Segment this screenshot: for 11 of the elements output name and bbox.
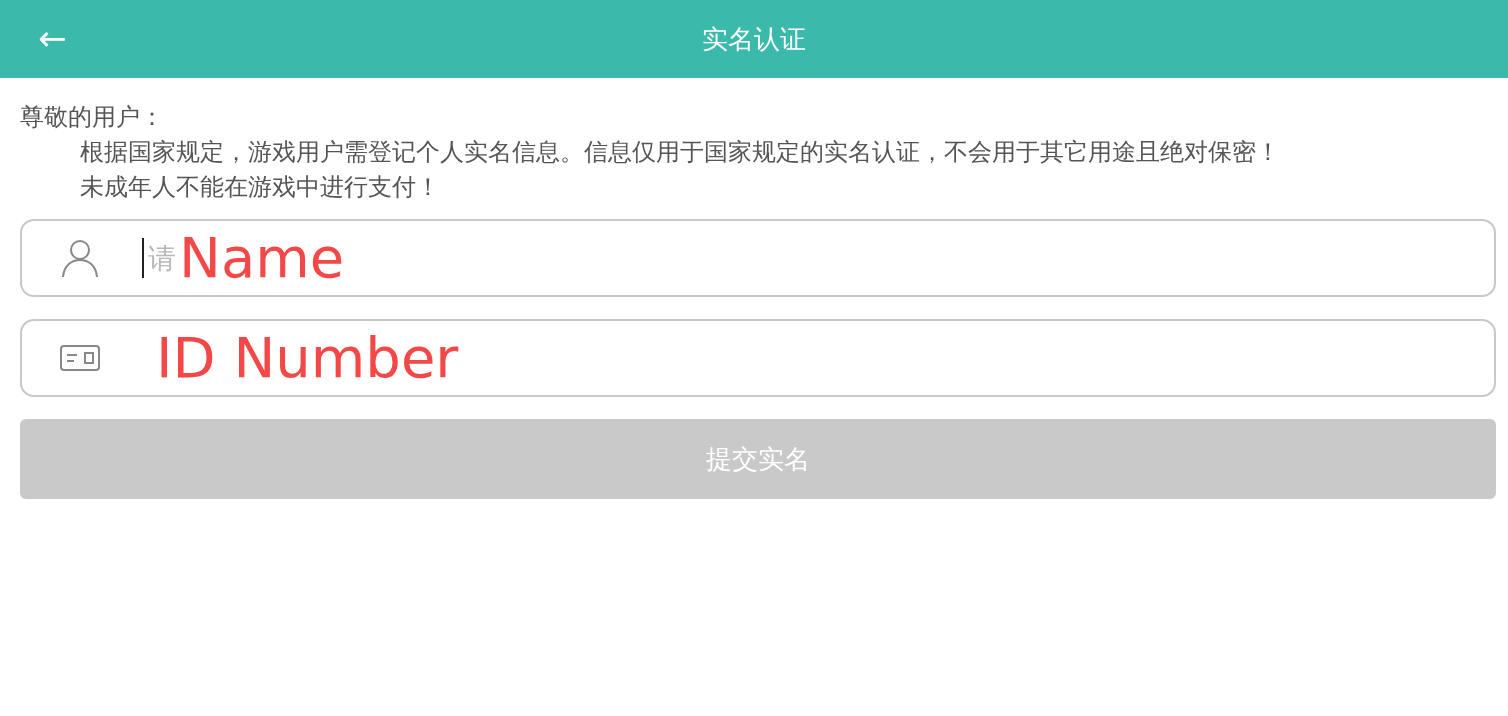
page-title: 实名认证 xyxy=(702,22,806,56)
notice-text: 未成年人不能在游戏中进行支付！ xyxy=(79,172,441,203)
input-field[interactable]: 请 xyxy=(148,241,177,275)
notice-text: 根据国家规定，游戏用户需登记个人实名信息。信息仅用于国家规定的实名认证，不会用于其它用途且绝对保密！ xyxy=(79,137,1281,168)
person-icon xyxy=(60,237,100,279)
greeting-text: 尊敬的用户： xyxy=(20,102,165,133)
annotation-label: Name xyxy=(179,228,345,288)
id-card-icon xyxy=(60,345,100,371)
back-button[interactable]: ← xyxy=(30,14,75,62)
text-cursor xyxy=(142,238,144,278)
annotation-label: ID Number xyxy=(156,328,459,388)
